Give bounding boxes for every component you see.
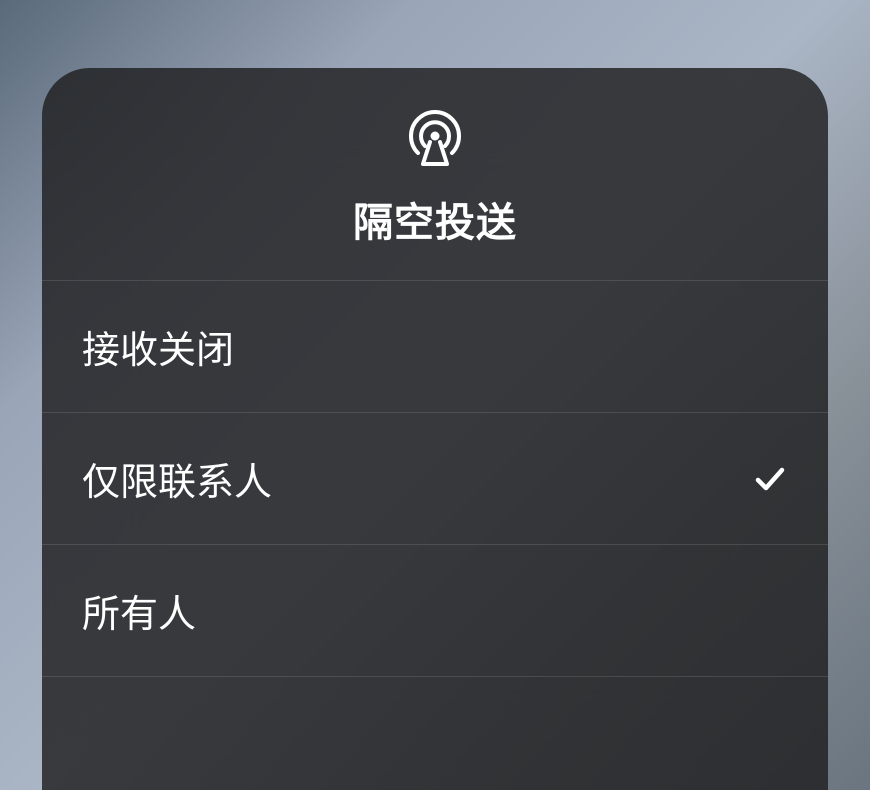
panel-title: 隔空投送 (353, 190, 517, 248)
option-receiving-off[interactable]: 接收关闭 (42, 281, 828, 413)
checkmark-icon (752, 461, 788, 497)
panel-header: 隔空投送 (42, 68, 828, 281)
airdrop-settings-panel: 隔空投送 接收关闭 仅限联系人 所有人 (42, 68, 828, 790)
option-everyone[interactable]: 所有人 (42, 545, 828, 677)
option-contacts-only[interactable]: 仅限联系人 (42, 413, 828, 545)
option-label: 接收关闭 (82, 319, 234, 374)
option-list: 接收关闭 仅限联系人 所有人 (42, 281, 828, 677)
airdrop-icon (405, 108, 465, 168)
option-label: 所有人 (82, 583, 196, 638)
option-label: 仅限联系人 (82, 451, 272, 506)
